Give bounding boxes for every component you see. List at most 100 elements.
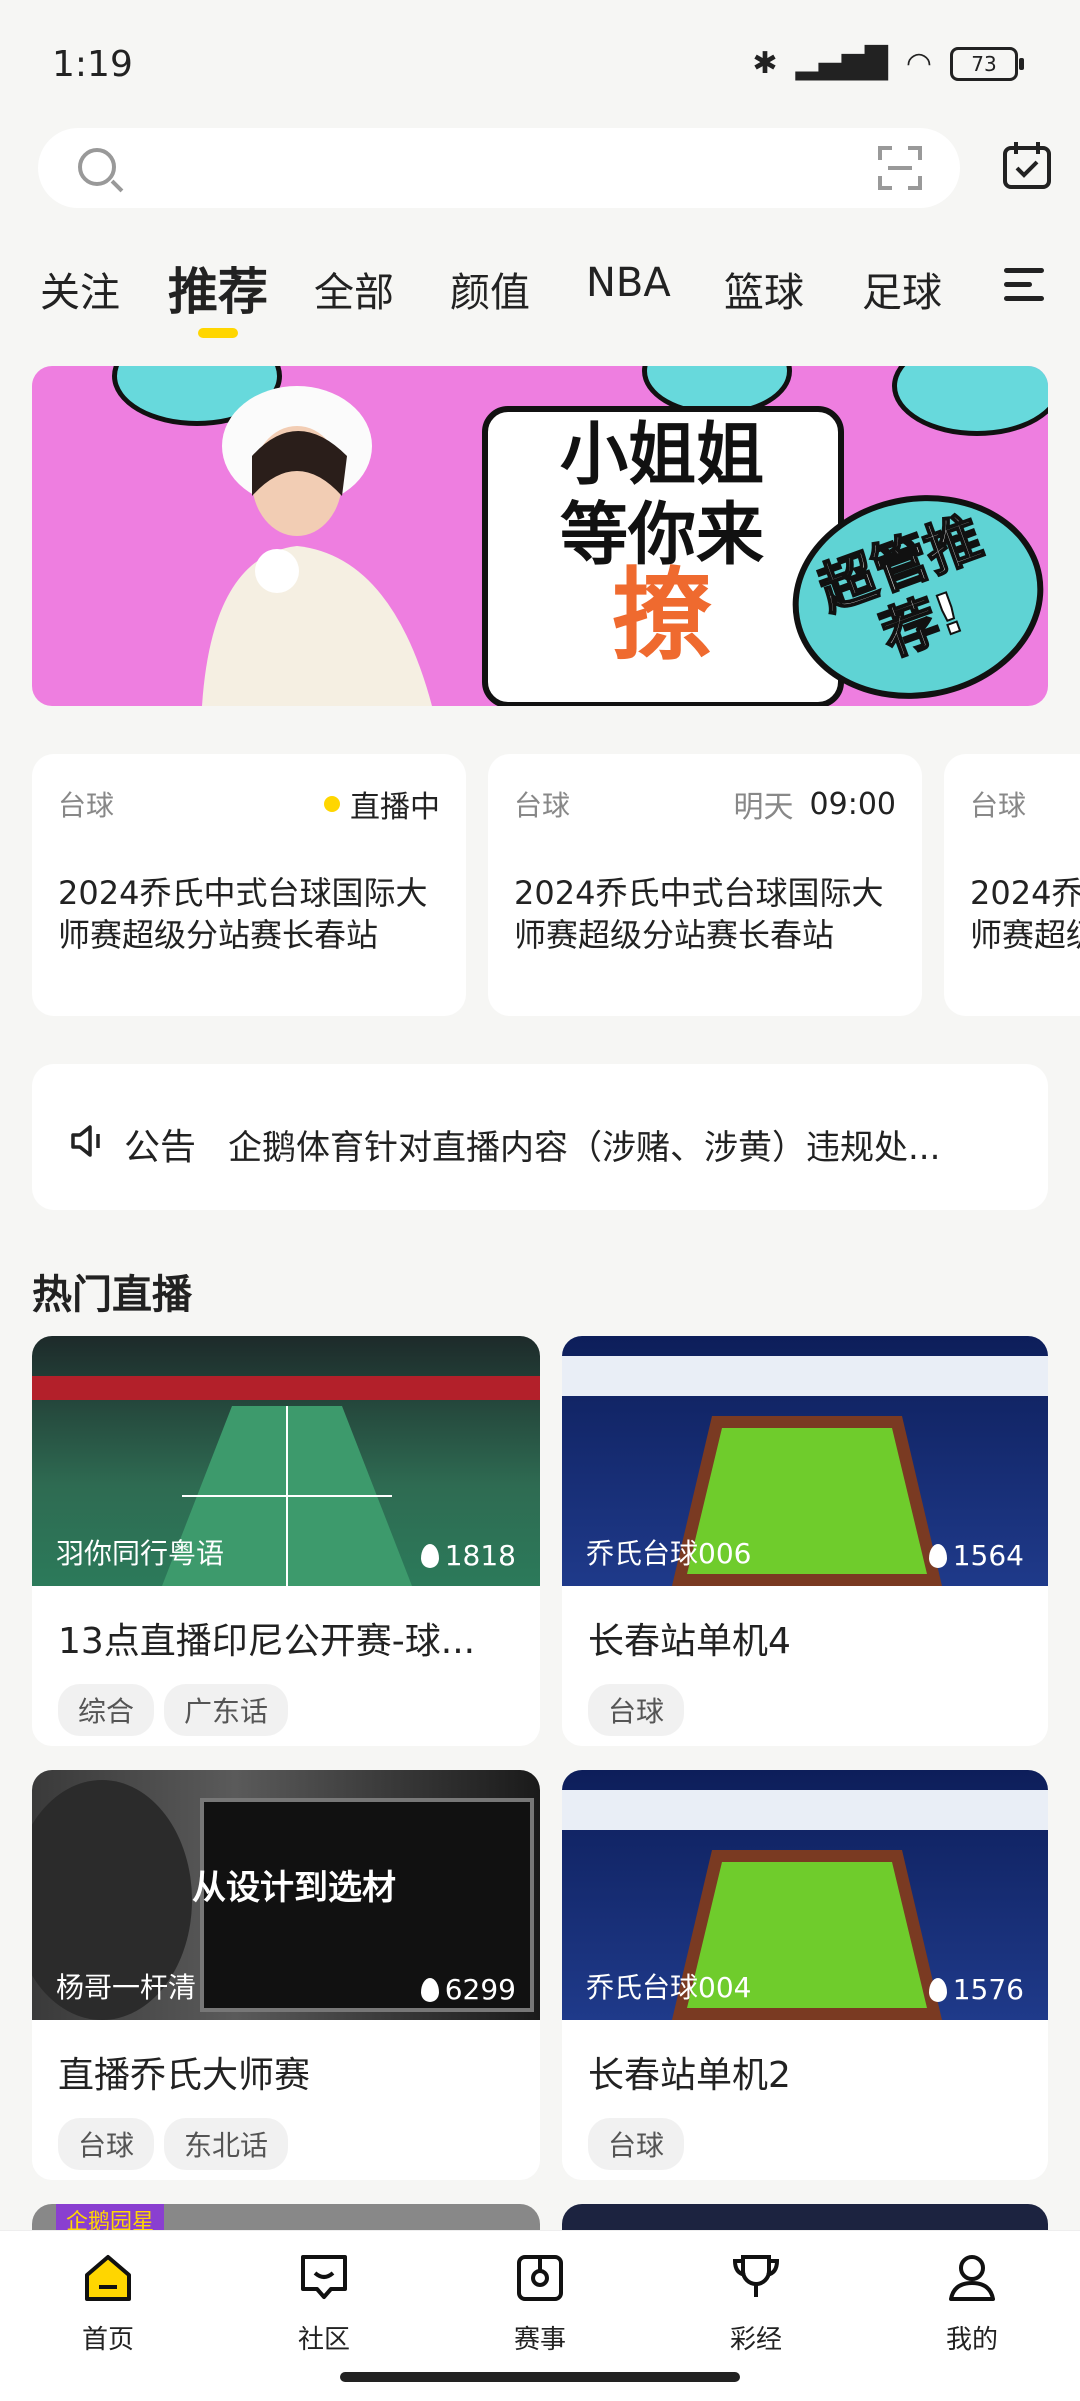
- live-thumbnail: 从设计到选材 杨哥一杆清 6299: [32, 1770, 540, 2020]
- tag: 台球: [588, 2118, 685, 2170]
- profile-icon: [949, 2255, 995, 2301]
- nav-label: 彩经: [729, 2325, 782, 2355]
- tab-football[interactable]: 足球: [862, 260, 942, 318]
- streamer-name: 乔氏台球004: [586, 1971, 752, 2004]
- streamer-name: 乔氏台球006: [586, 1537, 752, 1570]
- tab-indicator: [198, 328, 238, 338]
- nav-label: 社区: [297, 2325, 350, 2355]
- match-icon: [517, 2255, 563, 2301]
- bluetooth-icon: ✱: [752, 46, 778, 81]
- match-title: 2024乔氏中式台球国际大师赛超级分站赛长春站: [58, 874, 428, 954]
- flame-icon: [420, 1977, 439, 2002]
- live-title: 长春站单机4: [588, 1621, 791, 1662]
- category-tabs: 关注 推荐 全部 颜值 NBA 篮球 足球: [0, 240, 1080, 338]
- match-title: 2024乔氏中式台球国际大师赛超级分站赛长春站: [514, 874, 884, 954]
- heat-count: 1564: [928, 1539, 1024, 1572]
- tag-list: 台球 东北话: [58, 2118, 289, 2170]
- nav-lottery[interactable]: 彩经: [696, 2251, 816, 2356]
- tab-basketball[interactable]: 篮球: [724, 260, 804, 318]
- wifi-icon: ◠: [905, 46, 932, 81]
- search-bar[interactable]: [38, 128, 960, 208]
- live-card[interactable]: 羽你同行粤语 1818 13点直播印尼公开赛-球... 综合 广东话: [32, 1336, 540, 1746]
- streamer-name: 杨哥一杆清: [56, 1971, 197, 2004]
- match-status-text: 直播中: [350, 790, 440, 825]
- thumbnail-caption: 从设计到选材: [192, 1868, 396, 1908]
- match-card[interactable]: 台球 2024乔氏中式台球国际大师赛超级分站赛长春站: [944, 754, 1080, 1016]
- nav-matches[interactable]: 赛事: [480, 2251, 600, 2356]
- live-card[interactable]: 乔氏台球004 1576 长春站单机2 台球: [562, 1770, 1048, 2180]
- tag: 综合: [58, 1684, 155, 1736]
- heat-count: 1576: [928, 1973, 1024, 2006]
- home-indicator[interactable]: [340, 2372, 740, 2382]
- tag: 台球: [588, 1684, 685, 1736]
- flame-icon: [928, 1977, 947, 2002]
- model-image: [202, 386, 432, 706]
- banner-text: 小姐姐 等你来 撩: [502, 416, 822, 674]
- tab-nba[interactable]: NBA: [586, 260, 671, 306]
- tab-all[interactable]: 全部: [314, 260, 394, 318]
- home-icon: [85, 2255, 131, 2301]
- match-status: 明天 09:00: [734, 782, 896, 826]
- scan-icon[interactable]: [878, 146, 922, 190]
- live-thumbnail: 乔氏台球004 1576: [562, 1770, 1048, 2020]
- heat-value: 1576: [952, 1973, 1024, 2006]
- banner-decoration: [892, 366, 1048, 436]
- banner-line-1: 小姐姐: [559, 416, 764, 495]
- flame-icon: [928, 1543, 947, 1568]
- speaker-icon: [71, 1125, 100, 1157]
- menu-icon[interactable]: [1004, 268, 1044, 310]
- heat-value: 1818: [444, 1539, 516, 1572]
- match-sport: 台球: [58, 789, 115, 822]
- tab-looks[interactable]: 颜值: [450, 260, 530, 318]
- live-thumbnail: 乔氏台球006 1564: [562, 1336, 1048, 1586]
- heat-value: 1564: [952, 1539, 1024, 1572]
- nav-label: 首页: [81, 2325, 134, 2355]
- live-title: 13点直播印尼公开赛-球...: [58, 1621, 476, 1662]
- trophy-icon: [732, 2255, 780, 2297]
- tag: 广东话: [164, 1684, 289, 1736]
- flame-icon: [420, 1543, 439, 1568]
- notice-label: 公告: [124, 1127, 197, 1168]
- battery-level: 73: [971, 51, 997, 76]
- match-time: 09:00: [809, 786, 896, 822]
- notice-bar[interactable]: 公告 企鹅体育针对直播内容（涉赌、涉黄）违规处...: [32, 1064, 1048, 1210]
- tab-follow[interactable]: 关注: [40, 260, 120, 318]
- tag-list: 台球: [588, 2118, 685, 2170]
- nav-profile[interactable]: 我的: [912, 2251, 1032, 2356]
- section-title: 热门直播: [32, 1272, 192, 1318]
- tag-list: 综合 广东话: [58, 1684, 289, 1736]
- live-thumbnail: 羽你同行粤语 1818: [32, 1336, 540, 1586]
- tag: 东北话: [164, 2118, 289, 2170]
- match-sport: 台球: [970, 789, 1027, 822]
- live-title: 长春站单机2: [588, 2055, 791, 2096]
- status-icons: ✱ ▂▄▆█ ◠ 73: [752, 46, 1024, 81]
- heat-count: 1818: [420, 1539, 516, 1572]
- live-dot-icon: [324, 796, 340, 812]
- match-day: 明天: [733, 790, 794, 825]
- notice-text: 企鹅体育针对直播内容（涉赌、涉黄）违规处...: [228, 1128, 941, 1168]
- streamer-name: 羽你同行粤语: [56, 1537, 225, 1570]
- match-card[interactable]: 台球 明天 09:00 2024乔氏中式台球国际大师赛超级分站赛长春站: [488, 754, 922, 1016]
- calendar-icon[interactable]: [1002, 140, 1052, 190]
- nav-community[interactable]: 社区: [264, 2251, 384, 2356]
- promo-banner[interactable]: 小姐姐 等你来 撩 超管推荐!: [32, 366, 1048, 706]
- tab-recommend[interactable]: 推荐: [168, 252, 268, 324]
- heat-count: 6299: [420, 1973, 516, 2006]
- match-status: 直播中: [324, 782, 440, 826]
- live-title: 直播乔氏大师赛: [58, 2055, 311, 2096]
- live-card[interactable]: 从设计到选材 杨哥一杆清 6299 直播乔氏大师赛 台球 东北话: [32, 1770, 540, 2180]
- match-sport: 台球: [514, 789, 571, 822]
- match-card[interactable]: 台球 直播中 2024乔氏中式台球国际大师赛超级分站赛长春站: [32, 754, 466, 1016]
- nav-home[interactable]: 首页: [48, 2251, 168, 2356]
- match-title: 2024乔氏中式台球国际大师赛超级分站赛长春站: [970, 874, 1080, 954]
- nav-label: 我的: [945, 2325, 998, 2355]
- heat-value: 6299: [444, 1973, 516, 2006]
- live-card[interactable]: 乔氏台球006 1564 长春站单机4 台球: [562, 1336, 1048, 1746]
- tag-list: 台球: [588, 1684, 685, 1736]
- battery-icon: 73: [950, 46, 1024, 81]
- chat-icon: [301, 2255, 347, 2299]
- signal-icon: ▂▄▆█: [795, 46, 888, 81]
- search-icon: [78, 148, 116, 186]
- banner-line-3: 撩: [612, 557, 712, 674]
- nav-label: 赛事: [513, 2325, 566, 2355]
